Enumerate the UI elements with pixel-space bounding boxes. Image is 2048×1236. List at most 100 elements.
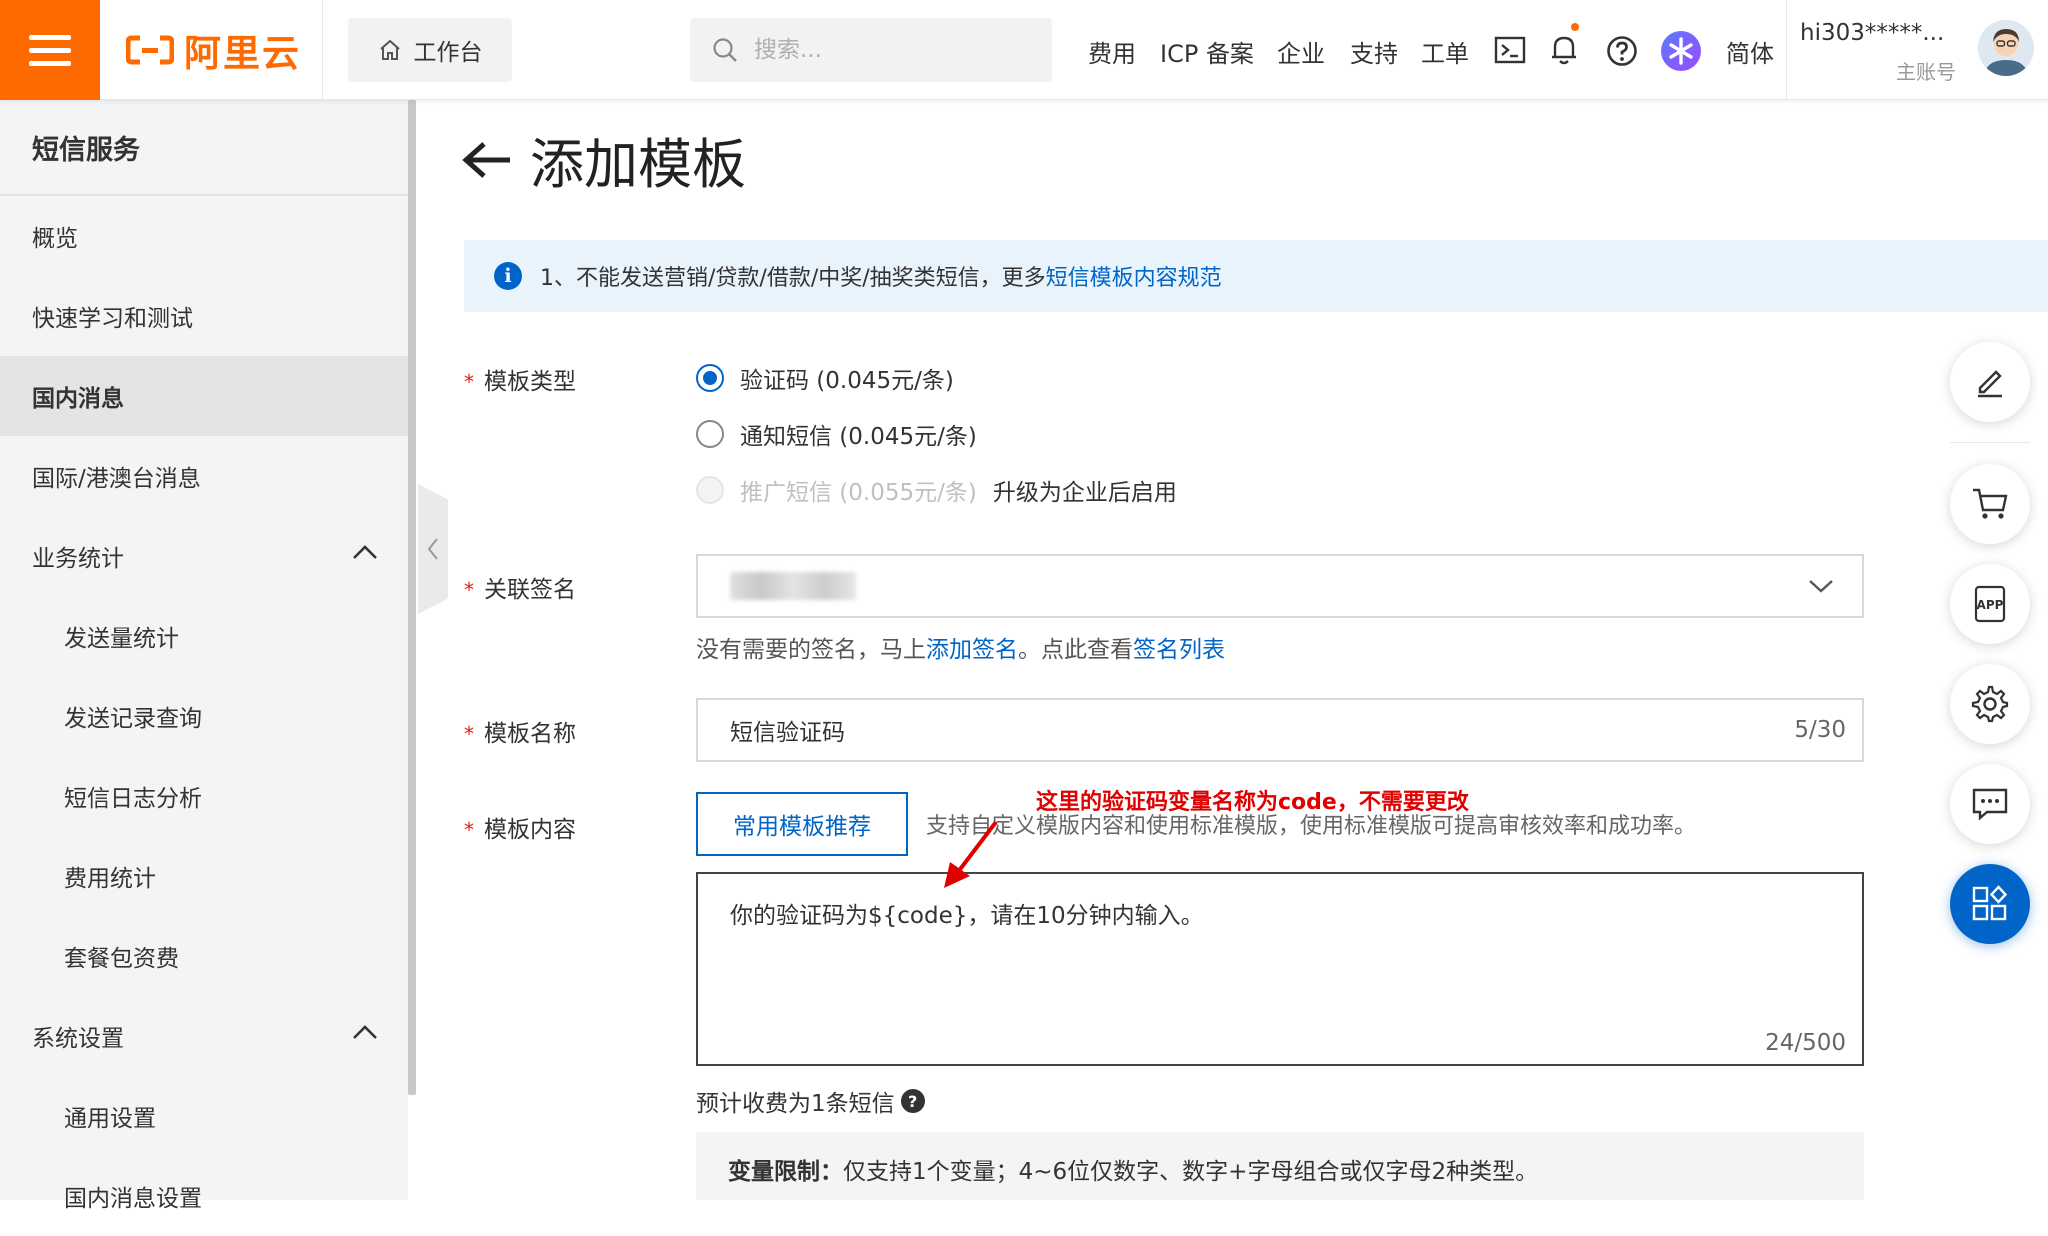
app-grid-button[interactable] [1950, 864, 2030, 944]
help-icon[interactable] [1606, 35, 1638, 67]
language-switch[interactable]: 简体 [1726, 34, 1774, 69]
cart-button[interactable] [1950, 464, 2030, 544]
sidebar-title: 短信服务 [0, 100, 408, 196]
signature-value-redacted [730, 572, 856, 600]
name-char-counter: 5/30 [1794, 717, 1846, 743]
gear-icon [1971, 685, 2009, 723]
template-content-textarea[interactable]: 你的验证码为${code}，请在10分钟内输入。 24/500 [696, 872, 1864, 1066]
sidebar-item-domestic-settings[interactable]: 国内消息设置 [0, 1156, 408, 1236]
variable-limit-text: 仅支持1个变量；4~6位仅数字、数字+字母组合或仅字母2种类型。 [843, 1159, 1539, 1185]
account-type: 主账号 [1896, 60, 1956, 84]
recommend-template-button[interactable]: 常用模板推荐 [696, 792, 908, 856]
chat-icon [1972, 788, 2008, 821]
search-input[interactable] [752, 36, 1032, 64]
sidebar-item-label: 概览 [32, 226, 78, 252]
sidebar-item-packages[interactable]: 套餐包资费 [0, 916, 408, 996]
variable-limit-title: 变量限制： [728, 1159, 843, 1185]
terminal-icon[interactable] [1494, 36, 1526, 64]
signature-help: 没有需要的签名，马上添加签名。点此查看签名列表 [696, 637, 1225, 663]
template-name-value: 短信验证码 [730, 720, 845, 746]
signature-label: * 关联签名 [464, 577, 576, 603]
question-icon[interactable]: ? [900, 1089, 925, 1113]
divider [322, 0, 323, 100]
sidebar-item-label: 短信日志分析 [64, 786, 202, 812]
app-icon: APP [1974, 585, 2006, 623]
annotation-arrow [944, 820, 998, 888]
nav-ticket[interactable]: 工单 [1421, 34, 1469, 69]
aliyun-bracket-icon [126, 35, 174, 65]
sidebar-group-settings[interactable]: 系统设置 [0, 996, 408, 1076]
signature-list-link[interactable]: 签名列表 [1133, 637, 1225, 663]
app-grid-icon [1972, 885, 2008, 921]
menu-button[interactable] [0, 0, 100, 100]
sidebar-item-label: 套餐包资费 [64, 946, 179, 972]
template-content-value: 你的验证码为${code}，请在10分钟内输入。 [730, 903, 1204, 929]
back-arrow-icon[interactable] [462, 140, 512, 180]
sidebar-item-label: 费用统计 [64, 866, 156, 892]
sidebar-item-label: 发送记录查询 [64, 706, 202, 732]
app-download-button[interactable]: APP [1950, 564, 2030, 644]
chevron-down-icon [1809, 580, 1833, 593]
sidebar-item-send-records[interactable]: 发送记录查询 [0, 676, 408, 756]
sidebar-item-label: 发送量统计 [64, 626, 179, 652]
workbench-label: 工作台 [413, 40, 483, 66]
notice-banner: i 1、不能发送营销/贷款/借款/中奖/抽奖类短信，更多 短信模板内容规范 [464, 240, 2048, 312]
svg-text:APP: APP [1977, 598, 2004, 612]
radio-promotion: 推广短信 (0.055元/条) 升级为企业后启用 [696, 473, 1177, 507]
fee-estimate: 预计收费为1条短信? [696, 1084, 925, 1118]
edit-icon [1978, 370, 2002, 398]
template-name-label: * 模板名称 [464, 721, 576, 747]
sidebar-collapse-button[interactable] [418, 484, 448, 614]
nav-enterprise[interactable]: 企业 [1277, 34, 1325, 69]
avatar-face-icon [1978, 20, 2034, 76]
radio-button[interactable] [696, 420, 724, 448]
add-signature-link[interactable]: 添加签名 [926, 637, 1018, 663]
sidebar-scrollbar[interactable] [408, 100, 416, 1095]
nav-icp[interactable]: ICP 备案 [1160, 34, 1254, 69]
chevron-up-icon [353, 545, 377, 559]
nav-fees[interactable]: 费用 [1088, 34, 1136, 69]
divider [1786, 0, 1787, 100]
search-icon [713, 38, 737, 62]
settings-button[interactable] [1950, 664, 2030, 744]
radio-button-checked[interactable] [696, 364, 724, 392]
radio-notification[interactable]: 通知短信 (0.045元/条) [696, 417, 977, 451]
sidebar-item-label: 国内消息设置 [64, 1186, 202, 1212]
radio-label: 验证码 (0.045元/条) [740, 368, 954, 394]
chat-button[interactable] [1950, 764, 2030, 844]
logo-text: 阿里云 [184, 32, 301, 75]
sidebar-item-international[interactable]: 国际/港澳台消息 [0, 436, 408, 516]
feedback-edit-button[interactable] [1950, 342, 2030, 422]
radio-verification-code[interactable]: 验证码 (0.045元/条) [696, 361, 954, 395]
page-title: 添加模板 [462, 120, 746, 199]
sidebar-item-overview[interactable]: 概览 [0, 196, 408, 276]
aliyun-logo[interactable]: 阿里云 [126, 26, 301, 75]
template-name-input[interactable]: 短信验证码 5/30 [696, 698, 1864, 762]
nav-support[interactable]: 支持 [1350, 34, 1398, 69]
sidebar-group-statistics[interactable]: 业务统计 [0, 516, 408, 596]
sidebar-item-cost-stats[interactable]: 费用统计 [0, 836, 408, 916]
search-box[interactable] [690, 18, 1052, 82]
content-char-counter: 24/500 [1765, 1030, 1846, 1056]
radio-button-disabled [696, 476, 724, 504]
sidebar-item-label: 业务统计 [32, 546, 124, 572]
workbench-button[interactable]: 工作台 [348, 18, 512, 82]
sidebar-item-domestic[interactable]: 国内消息 [0, 356, 408, 436]
bell-icon[interactable] [1550, 32, 1578, 66]
sidebar-item-label: 系统设置 [32, 1026, 124, 1052]
top-navigation-bar: 阿里云 工作台 费用 ICP 备案 企业 支持 工单 简体 h [0, 0, 2048, 100]
sidebar-item-general-settings[interactable]: 通用设置 [0, 1076, 408, 1156]
sidebar-item-quickstart[interactable]: 快速学习和测试 [0, 276, 408, 356]
sidebar-item-send-volume[interactable]: 发送量统计 [0, 596, 408, 676]
content-spec-link[interactable]: 短信模板内容规范 [1046, 260, 1222, 292]
sidebar-item-label: 国际/港澳台消息 [32, 466, 201, 492]
page-title-text: 添加模板 [530, 133, 746, 196]
notice-text: 1、不能发送营销/贷款/借款/中奖/抽奖类短信，更多 [540, 266, 1046, 291]
user-name[interactable]: hi303*****... [1800, 20, 1944, 46]
sidebar-item-log-analysis[interactable]: 短信日志分析 [0, 756, 408, 836]
notification-dot [1571, 23, 1579, 31]
template-content-label: * 模板内容 [464, 817, 576, 843]
signature-select[interactable] [696, 554, 1864, 618]
ai-assistant-icon[interactable] [1660, 30, 1702, 72]
avatar[interactable] [1978, 20, 2034, 76]
